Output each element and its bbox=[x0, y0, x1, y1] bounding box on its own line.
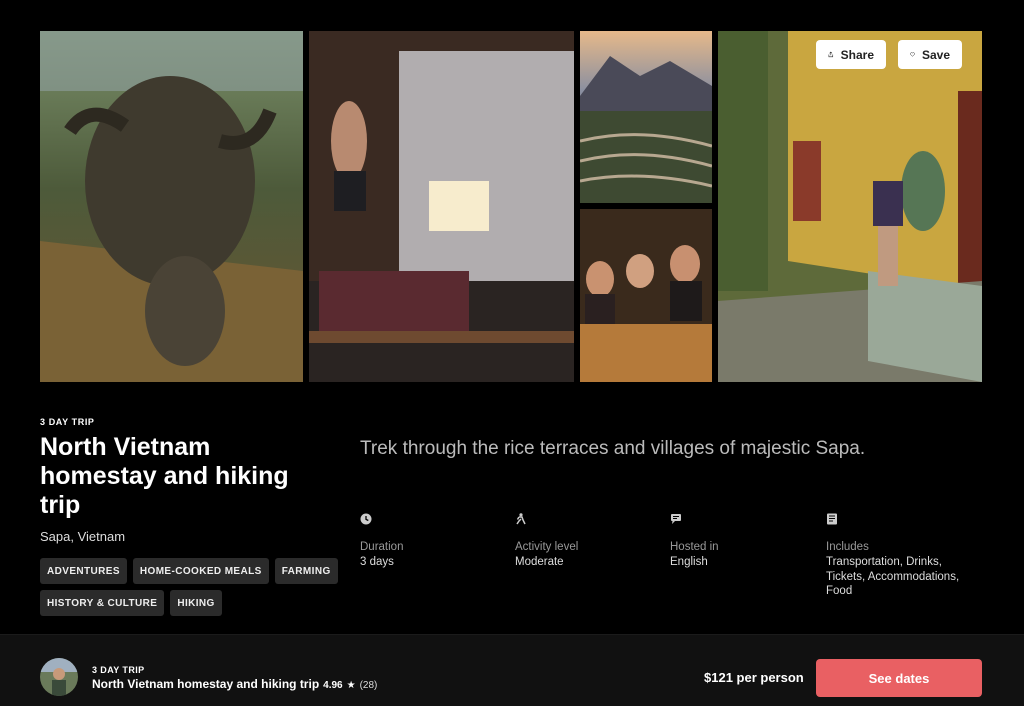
activity-label: Activity level bbox=[515, 541, 579, 553]
detail-activity-level: Activity level Moderate bbox=[515, 513, 655, 570]
share-label: Share bbox=[840, 47, 874, 62]
price-per-person: $121 per person bbox=[704, 670, 804, 685]
tag-home-cooked-meals[interactable]: HOME-COOKED MEALS bbox=[132, 558, 269, 584]
save-button[interactable]: Save bbox=[898, 40, 962, 69]
host-avatar[interactable] bbox=[40, 658, 78, 696]
share-icon bbox=[828, 51, 834, 58]
photo-rice-terraces[interactable] bbox=[580, 31, 712, 203]
page-title: North Vietnam homestay and hiking trip bbox=[40, 433, 289, 519]
tag-hiking[interactable]: HIKING bbox=[170, 590, 222, 616]
bar-eyebrow: 3 DAY TRIP bbox=[92, 665, 145, 675]
see-dates-button[interactable]: See dates bbox=[816, 659, 982, 697]
detail-hosted-in: Hosted in English bbox=[670, 513, 810, 570]
rating-value: 4.96 bbox=[323, 680, 343, 691]
bar-title-text: North Vietnam homestay and hiking trip bbox=[92, 677, 320, 691]
tag-history-culture[interactable]: HISTORY & CULTURE bbox=[40, 590, 165, 616]
star-icon: ★ bbox=[346, 680, 356, 691]
photo-mosquito-net-room[interactable] bbox=[309, 31, 574, 382]
trip-tagline: Trek through the rice terraces and villa… bbox=[360, 438, 866, 459]
hosted-label: Hosted in bbox=[670, 541, 719, 553]
includes-value: Transportation, Drinks, Tickets, Accommo… bbox=[826, 556, 960, 597]
detail-duration: Duration 3 days bbox=[360, 513, 500, 570]
chat-bubble-icon bbox=[671, 514, 681, 524]
tag-farming[interactable]: FARMING bbox=[274, 558, 338, 584]
save-label: Save bbox=[921, 47, 950, 62]
heart-icon bbox=[910, 52, 915, 57]
trip-location: Sapa, Vietnam bbox=[40, 529, 126, 544]
photo-dinner-cheers[interactable] bbox=[580, 209, 712, 382]
trip-eyebrow: 3 DAY TRIP bbox=[40, 417, 95, 427]
includes-label: Includes bbox=[826, 541, 869, 553]
clock-icon bbox=[360, 513, 372, 525]
review-count[interactable]: (28) bbox=[360, 680, 378, 691]
duration-value: 3 days bbox=[360, 556, 394, 568]
share-button[interactable]: Share bbox=[816, 40, 886, 69]
tag-adventures[interactable]: ADVENTURES bbox=[40, 558, 127, 584]
hiker-icon bbox=[516, 513, 526, 525]
list-icon bbox=[827, 513, 837, 525]
activity-value: Moderate bbox=[515, 556, 564, 568]
photo-water-buffalo[interactable] bbox=[40, 31, 303, 382]
photo-village-wall[interactable] bbox=[718, 31, 982, 382]
bar-trip-title: North Vietnam homestay and hiking trip 4… bbox=[92, 677, 377, 691]
hosted-value: English bbox=[670, 556, 708, 568]
tag-list: ADVENTURES HOME-COOKED MEALS FARMING HIS… bbox=[40, 558, 340, 616]
duration-label: Duration bbox=[360, 541, 404, 553]
booking-bar: 3 DAY TRIP North Vietnam homestay and hi… bbox=[0, 634, 1024, 706]
detail-includes: Includes Transportation, Drinks, Tickets… bbox=[826, 513, 966, 599]
